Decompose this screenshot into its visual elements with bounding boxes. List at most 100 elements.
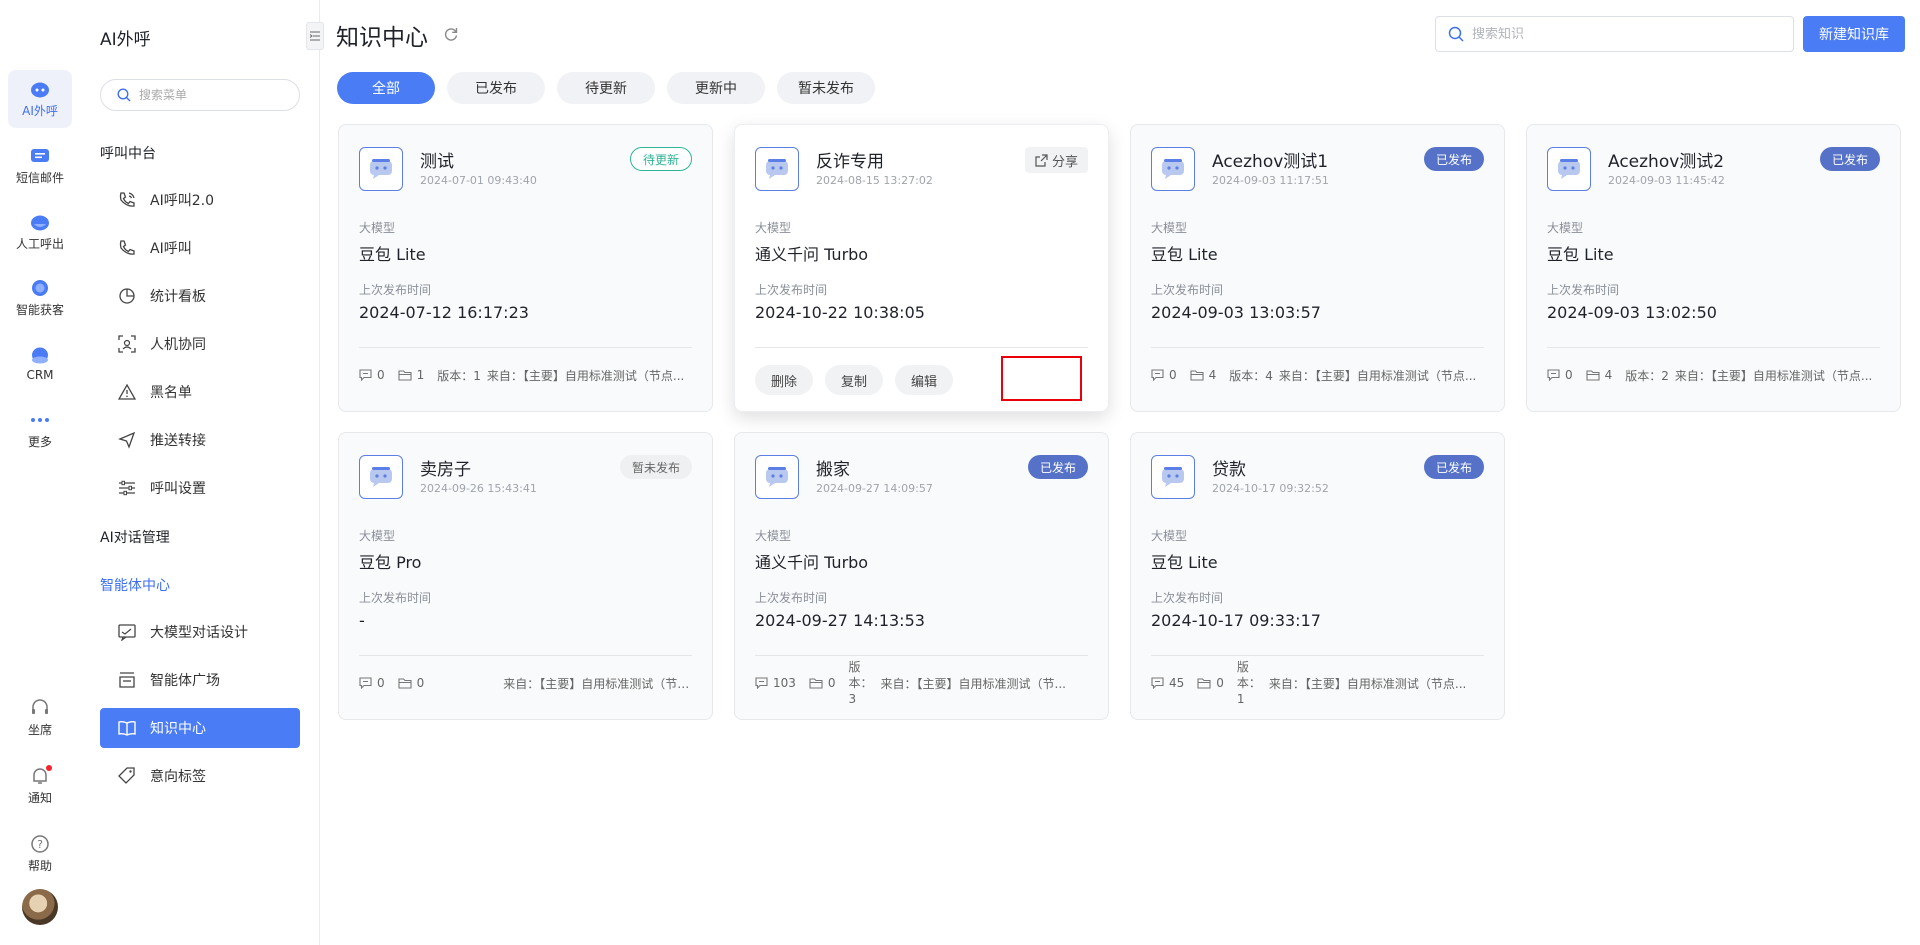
menu-item-label: 呼叫设置 (150, 481, 206, 497)
model-value: 豆包 Lite (359, 245, 426, 264)
chatbot-icon (1151, 147, 1195, 191)
crm-icon (29, 346, 51, 364)
publish-time-value: 2024-07-12 16:17:23 (359, 303, 529, 322)
filter-unpublished[interactable]: 暂未发布 (777, 72, 875, 104)
filter-pending-update[interactable]: 待更新 (557, 72, 655, 104)
version: 版本：1 (1236, 660, 1261, 706)
filter-published[interactable]: 已发布 (447, 72, 545, 104)
knowledge-card[interactable]: Acezhov测试1 2024-09-03 11:17:51 已发布 大模型 豆… (1130, 124, 1505, 412)
book-icon (118, 720, 136, 736)
folder-count: 0 (398, 676, 424, 690)
menu-search-input[interactable] (139, 88, 279, 102)
comment-count: 0 (359, 368, 385, 382)
knowledge-card[interactable]: 测试 2024-07-01 09:43:40 待更新 大模型 豆包 Lite 上… (338, 124, 713, 412)
new-knowledge-base-button[interactable]: 新建知识库 (1803, 16, 1905, 52)
menu-search[interactable] (100, 79, 300, 111)
rail-item-ai-call[interactable]: AI外呼 (8, 70, 72, 128)
knowledge-search[interactable] (1435, 16, 1794, 52)
source: 来自：【主要】自用标准测试（节... (880, 676, 1066, 691)
menu-item-call-settings[interactable]: 呼叫设置 (100, 468, 300, 508)
knowledge-card[interactable]: 卖房子 2024-09-26 15:43:41 暂未发布 大模型 豆包 Pro … (338, 432, 713, 720)
card-footer: 103 0 版本：3 来自：【主要】自用标准测试（节... (755, 660, 1088, 706)
menu-group-ai-dialog[interactable]: AI对话管理 (100, 527, 170, 547)
avatar[interactable] (22, 889, 58, 925)
edit-button[interactable]: 编辑 (895, 365, 953, 395)
rail-label: AI外呼 (22, 103, 58, 118)
model-label: 大模型 (1547, 221, 1584, 235)
card-name: 卖房子 (420, 460, 471, 480)
publish-time-label: 上次发布时间 (1151, 283, 1224, 297)
publish-time-value: 2024-10-22 10:38:05 (755, 303, 925, 322)
chatbot-icon (1547, 147, 1591, 191)
rail-label: 智能获客 (15, 302, 64, 317)
rail-label: 坐席 (27, 722, 52, 737)
card-name: 贷款 (1212, 460, 1246, 480)
model-value: 豆包 Lite (1151, 245, 1218, 264)
more-icon (29, 411, 51, 429)
card-created-date: 2024-10-17 09:32:52 (1212, 482, 1329, 495)
status-badge: 已发布 (1819, 147, 1880, 171)
rail-label: 帮助 (27, 858, 52, 873)
model-value: 通义千问 Turbo (755, 553, 869, 572)
menu-item-agent-plaza[interactable]: 智能体广场 (100, 660, 300, 700)
comment-count: 0 (359, 676, 385, 690)
model-label: 大模型 (359, 221, 396, 235)
menu-item-collab[interactable]: 人机协同 (100, 324, 300, 364)
card-divider (1151, 655, 1484, 656)
rail-item-notify[interactable]: 通知 (8, 757, 72, 815)
search-icon (1448, 26, 1464, 42)
comment-icon (359, 369, 372, 381)
menu-item-knowledge-center[interactable]: 知识中心 (100, 708, 300, 748)
menu-item-label: 黑名单 (150, 385, 192, 401)
menu-item-ai-call-2[interactable]: AI呼叫2.0 (100, 180, 300, 220)
rail-item-lead-gen[interactable]: 智能获客 (8, 269, 72, 327)
refresh-button[interactable] (443, 26, 459, 46)
knowledge-search-input[interactable] (1472, 26, 1772, 42)
folder-icon (1586, 370, 1600, 381)
delete-button[interactable]: 删除 (755, 365, 813, 395)
menu-item-stats[interactable]: 统计看板 (100, 276, 300, 316)
menu-group-call-center[interactable]: 呼叫中台 (100, 143, 156, 163)
rail-item-sms[interactable]: 短信邮件 (8, 137, 72, 195)
share-button[interactable]: 分享 (1024, 147, 1088, 173)
card-footer: 0 4 版本：4 来自：【主要】自用标准测试（节点... (1151, 365, 1484, 385)
status-filter-tabs: 全部 已发布 待更新 更新中 暂未发布 (337, 72, 875, 104)
menu-item-blacklist[interactable]: 黑名单 (100, 372, 300, 412)
rail-item-help[interactable]: ? 帮助 (8, 825, 72, 883)
refresh-icon (444, 28, 458, 41)
notification-dot (46, 765, 52, 771)
rail-item-more[interactable]: 更多 (8, 401, 72, 459)
folder-count: 4 (1190, 368, 1216, 382)
menu-item-label: 大模型对话设计 (150, 625, 248, 641)
rail-item-crm[interactable]: CRM (8, 335, 72, 393)
knowledge-card[interactable]: Acezhov测试2 2024-09-03 11:45:42 已发布 大模型 豆… (1526, 124, 1901, 412)
card-footer: 0 0 来自：【主要】自用标准测试（节点... (359, 673, 692, 693)
knowledge-card[interactable]: 贷款 2024-10-17 09:32:52 已发布 大模型 豆包 Lite 上… (1130, 432, 1505, 720)
rail-item-seat[interactable]: 坐席 (8, 689, 72, 747)
copy-button[interactable]: 复制 (825, 365, 883, 395)
menu-item-ai-call[interactable]: AI呼叫 (100, 228, 300, 268)
chatbot-icon (1151, 455, 1195, 499)
folder-count: 1 (398, 368, 424, 382)
search-icon (117, 88, 131, 102)
card-name: 反诈专用 (816, 152, 884, 172)
card-created-date: 2024-09-03 11:17:51 (1212, 174, 1329, 187)
chatbot-icon (755, 455, 799, 499)
menu-item-label: 知识中心 (150, 721, 206, 737)
menu-item-intent-tags[interactable]: 意向标签 (100, 756, 300, 796)
comment-count: 0 (1151, 368, 1177, 382)
rail-item-manual-call[interactable]: 人工呼出 (8, 203, 72, 261)
menu-item-label: 智能体广场 (150, 673, 220, 689)
menu-item-llm-dialog-design[interactable]: 大模型对话设计 (100, 612, 300, 652)
filter-all[interactable]: 全部 (337, 72, 435, 104)
filter-updating[interactable]: 更新中 (667, 72, 765, 104)
menu-group-agent-center[interactable]: 智能体中心 (100, 575, 170, 595)
publish-time-label: 上次发布时间 (755, 591, 828, 605)
source: 来自：【主要】自用标准测试（节点... (1674, 368, 1873, 383)
collapse-menu-button[interactable] (306, 22, 324, 50)
knowledge-card[interactable]: 搬家 2024-09-27 14:09:57 已发布 大模型 通义千问 Turb… (734, 432, 1109, 720)
menu-item-push-transfer[interactable]: 推送转接 (100, 420, 300, 460)
folder-icon (809, 678, 823, 689)
rail-label: 更多 (27, 434, 52, 449)
source: 来自：【主要】自用标准测试（节点... (1268, 676, 1467, 691)
